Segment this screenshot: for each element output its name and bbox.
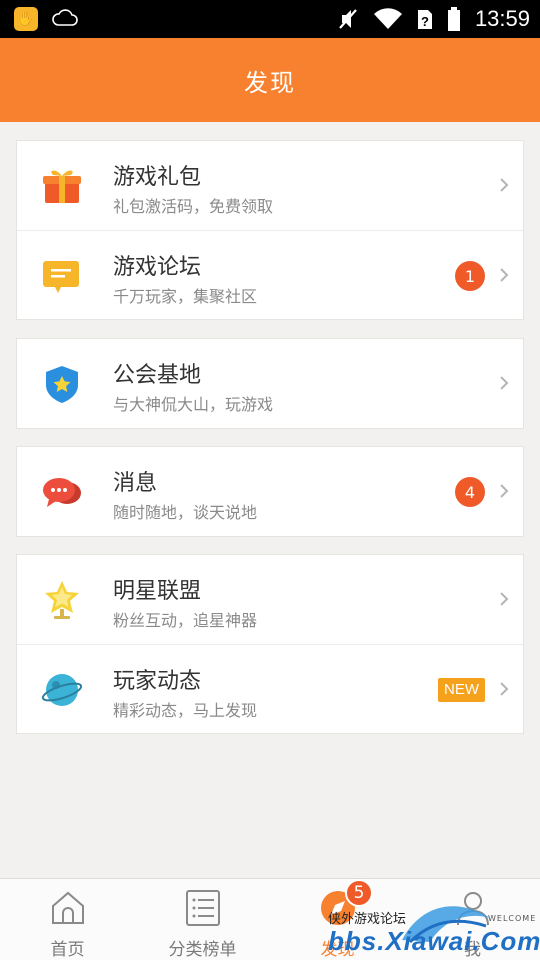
menu-item-subtitle: 随时随地，谈天说地 <box>113 503 258 522</box>
menu-item-title: 公会基地 <box>113 363 202 388</box>
notification-badge: 5 <box>345 879 373 907</box>
gift-icon <box>43 170 81 203</box>
chevron-right-icon <box>500 682 509 696</box>
notification-badge: 4 <box>455 477 485 507</box>
chevron-right-icon <box>500 376 509 390</box>
menu-item-title: 玩家动态 <box>113 669 202 694</box>
menu-item-messages[interactable]: 消息 随时随地，谈天说地 4 <box>17 447 523 536</box>
menu-item-title: 游戏礼包 <box>113 165 202 190</box>
cloud-icon <box>52 9 78 26</box>
forum-chat-icon <box>43 261 79 293</box>
menu-item-subtitle: 粉丝互动，追星神器 <box>113 611 258 630</box>
chevron-right-icon <box>500 484 509 498</box>
tab-label: 首页 <box>50 940 85 960</box>
watermark-url: bbs.Xiawai.Com <box>328 926 540 956</box>
menu-item-game-gift[interactable]: 游戏礼包 礼包激活码，免费领取 <box>17 141 523 230</box>
menu-item-title: 消息 <box>113 471 158 496</box>
menu-card: 消息 随时随地，谈天说地 4 <box>16 446 524 537</box>
menu-item-subtitle: 礼包激活码，免费领取 <box>113 197 274 216</box>
notification-badge: 1 <box>455 261 485 291</box>
menu-card: 公会基地 与大神侃大山，玩游戏 <box>16 338 524 429</box>
battery-icon <box>447 7 460 31</box>
app-notification-icon: ✋ <box>14 7 38 31</box>
menu-item-guild-base[interactable]: 公会基地 与大神侃大山，玩游戏 <box>17 339 523 428</box>
sim-icon: ? <box>417 10 432 29</box>
menu-card: 明星联盟 粉丝互动，追星神器 玩家动态 精彩动态，马上发现 NEW <box>16 554 524 734</box>
status-bar: ✋ ? 13:59 <box>0 0 540 38</box>
menu-item-subtitle: 千万玩家，集聚社区 <box>113 287 258 306</box>
svg-text:?: ? <box>421 14 429 29</box>
new-tag: NEW <box>438 678 485 702</box>
app-header: 发现 <box>0 38 540 122</box>
clock: 13:59 <box>474 6 530 31</box>
home-icon <box>51 891 84 924</box>
menu-item-player-feed[interactable]: 玩家动态 精彩动态，马上发现 NEW <box>17 644 523 733</box>
message-bubbles-icon <box>43 478 81 507</box>
planet-icon <box>41 674 83 706</box>
watermark-welcome: WELCOME <box>488 914 537 923</box>
menu-item-title: 明星联盟 <box>113 579 202 604</box>
menu-item-game-forum[interactable]: 游戏论坛 千万玩家，集聚社区 1 <box>17 230 523 319</box>
star-trophy-icon <box>45 581 79 619</box>
menu-item-star-alliance[interactable]: 明星联盟 粉丝互动，追星神器 <box>17 555 523 644</box>
menu-item-subtitle: 精彩动态，马上发现 <box>113 701 258 720</box>
tab-home[interactable]: 首页 <box>0 879 135 960</box>
menu-card: 游戏礼包 礼包激活码，免费领取 游戏论坛 千万玩家，集聚社区 1 <box>16 140 524 320</box>
wifi-icon <box>373 8 402 30</box>
watermark-site-name: 侠外游戏论坛 <box>328 912 407 927</box>
page-title: 发现 <box>244 68 296 97</box>
chevron-right-icon <box>500 268 509 282</box>
menu-item-title: 游戏论坛 <box>113 255 202 280</box>
mute-icon <box>339 9 357 29</box>
menu-item-subtitle: 与大神侃大山，玩游戏 <box>113 395 274 414</box>
shield-star-icon <box>46 366 78 403</box>
list-icon <box>185 890 220 926</box>
chevron-right-icon <box>500 592 509 606</box>
tab-category-rankings[interactable]: 分类榜单 <box>135 879 270 960</box>
tab-label: 分类榜单 <box>168 940 237 960</box>
chevron-right-icon <box>500 178 509 192</box>
